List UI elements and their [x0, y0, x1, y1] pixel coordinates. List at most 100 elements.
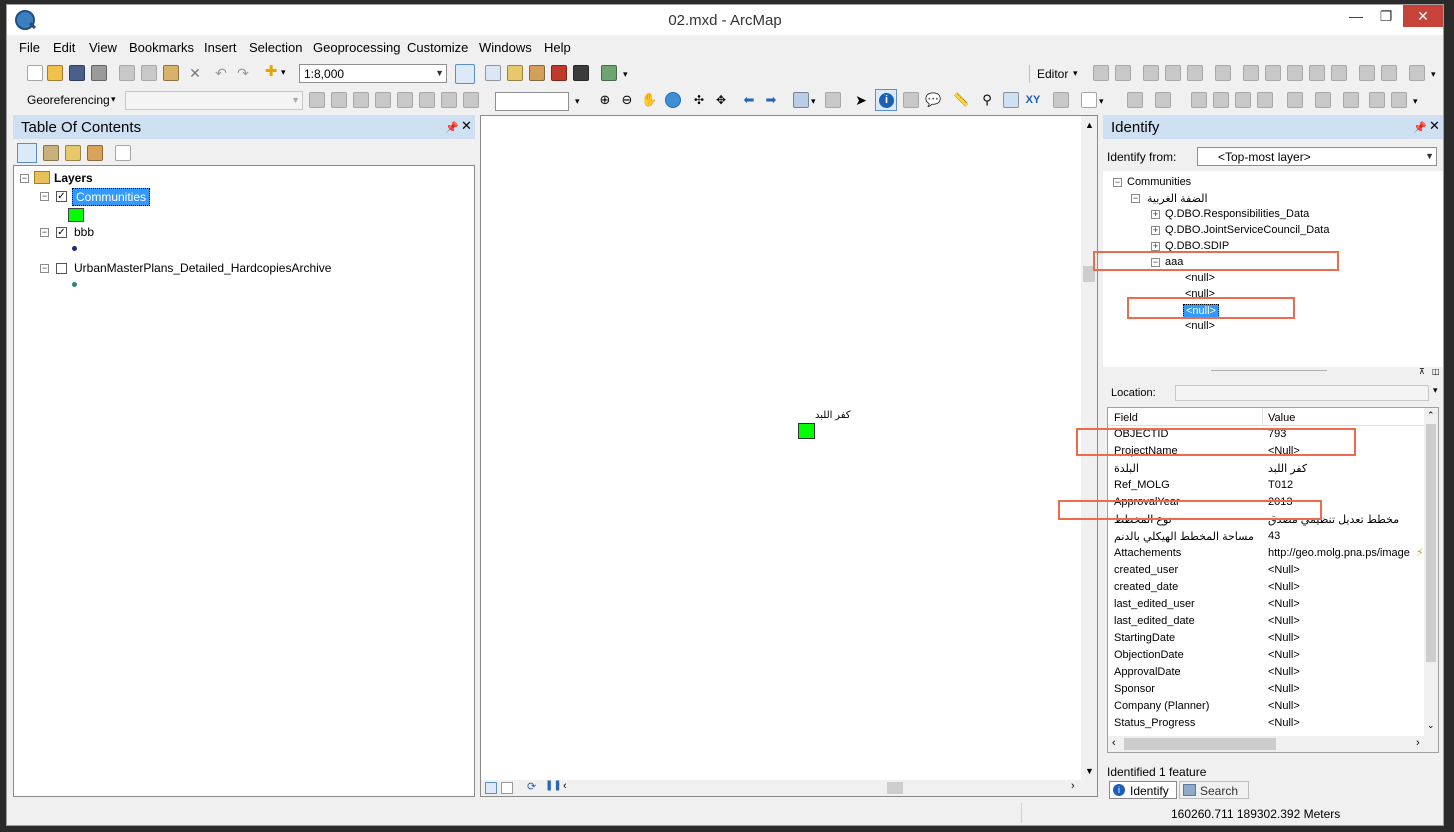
fix-topology-error-icon[interactable] — [1315, 92, 1331, 108]
tools-toolbar-options-icon[interactable]: ▾ — [1099, 96, 1104, 107]
georeferencing-menu[interactable]: Georeferencing — [27, 93, 110, 107]
sketch-properties-icon[interactable] — [1381, 65, 1397, 81]
menu-geoprocessing[interactable]: Geoprocessing — [313, 40, 400, 55]
table-row[interactable]: last_edited_date <Null> — [1108, 613, 1424, 630]
tree-expander-icon[interactable]: + — [1151, 210, 1160, 219]
find-route-icon[interactable] — [1003, 92, 1019, 108]
splitter-grip[interactable] — [1211, 370, 1327, 371]
menu-selection[interactable]: Selection — [249, 40, 302, 55]
menu-windows[interactable]: Windows — [479, 40, 532, 55]
generalize-icon[interactable] — [1213, 92, 1229, 108]
hyperlink-icon[interactable] — [903, 92, 919, 108]
edit-tool-icon[interactable] — [1093, 65, 1109, 81]
georef-toolbar-options-icon[interactable]: ▾ — [575, 96, 580, 107]
layer-urbanmasterplans-label[interactable]: UrbanMasterPlans_Detailed_HardcopiesArch… — [74, 261, 331, 275]
select-features-icon[interactable] — [793, 92, 809, 108]
pause-drawing-icon[interactable]: ❚❚ — [545, 780, 562, 791]
undo-icon[interactable]: ↶ — [213, 65, 229, 81]
location-dropdown-icon[interactable]: ▾ — [1433, 385, 1438, 396]
reshape-feature-icon[interactable] — [1265, 65, 1281, 81]
layout-view-button[interactable] — [501, 782, 513, 794]
split-tool-icon[interactable] — [1309, 65, 1325, 81]
toc-options-icon[interactable] — [115, 145, 131, 161]
urbanmasterplans-expander-icon[interactable]: − — [40, 264, 49, 273]
straight-segment-icon[interactable] — [1143, 65, 1159, 81]
measure-icon[interactable]: 📏 — [953, 92, 969, 108]
editor-dropdown-icon[interactable]: ▾ — [1073, 68, 1078, 79]
data-view-button[interactable] — [485, 782, 497, 794]
attribute-horizontal-scroll-thumb[interactable] — [1124, 738, 1276, 750]
table-of-contents-window-icon[interactable] — [485, 65, 501, 81]
end-point-arc-icon[interactable] — [1165, 65, 1181, 81]
scroll-right-icon[interactable]: › — [1416, 737, 1420, 749]
zoom-out-icon[interactable]: ⊖ — [619, 92, 635, 108]
print-icon[interactable] — [91, 65, 107, 81]
go-forward-icon[interactable]: ➡ — [763, 92, 779, 108]
tree-expander-icon[interactable]: + — [1151, 226, 1160, 235]
panel-splitter[interactable]: ⊼ ◫ — [1103, 367, 1443, 377]
align-edge-icon[interactable] — [1191, 92, 1207, 108]
add-data-icon[interactable]: ✚ — [263, 64, 279, 80]
refresh-view-icon[interactable]: ⟳ — [527, 780, 536, 793]
tree-node-jointservicecouncil[interactable]: Q.DBO.JointServiceCouncil_Data — [1165, 224, 1329, 236]
auto-registration-icon[interactable] — [397, 92, 413, 108]
topology-options-icon[interactable] — [1391, 92, 1407, 108]
scroll-left-icon[interactable]: ‹ — [563, 780, 567, 792]
layers-expander-icon[interactable]: − — [20, 174, 29, 183]
table-row[interactable]: البلدة كفر اللبد — [1108, 460, 1424, 477]
save-icon[interactable] — [69, 65, 85, 81]
add-data-dropdown-icon[interactable]: ▾ — [281, 67, 286, 78]
editor-menu[interactable]: Editor — [1037, 67, 1068, 81]
chevron-down-icon[interactable]: ▼ — [1425, 148, 1434, 165]
list-by-visibility-icon[interactable] — [65, 145, 81, 161]
tree-null-item[interactable]: <null> — [1185, 272, 1215, 284]
menu-help[interactable]: Help — [544, 40, 571, 55]
arctoolbox-icon[interactable] — [551, 65, 567, 81]
map-feature-polygon[interactable] — [798, 423, 815, 439]
close-icon[interactable]: ✕ — [1403, 5, 1443, 27]
toolbar-options-icon[interactable]: ▾ — [623, 69, 628, 80]
topology-icon[interactable] — [1127, 92, 1143, 108]
shift-georef-icon[interactable] — [331, 92, 347, 108]
bbb-point-symbol[interactable] — [72, 246, 77, 251]
bbb-checkbox[interactable]: ✓ — [56, 227, 67, 238]
catalog-window-icon[interactable] — [507, 65, 523, 81]
table-row[interactable]: Company (Planner) <Null> — [1108, 698, 1424, 715]
georeferencing-dropdown-icon[interactable]: ▾ — [111, 94, 116, 105]
table-row[interactable]: created_date <Null> — [1108, 579, 1424, 596]
toggle-georef-icon[interactable] — [441, 92, 457, 108]
table-row[interactable]: created_user <Null> — [1108, 562, 1424, 579]
redo-icon[interactable]: ↷ — [235, 65, 251, 81]
point-icon[interactable] — [1215, 65, 1231, 81]
bbb-expander-icon[interactable]: − — [40, 228, 49, 237]
tree-root-communities[interactable]: Communities — [1127, 176, 1191, 188]
scale-georef-icon[interactable] — [353, 92, 369, 108]
scroll-up-icon[interactable]: ⌃ — [1427, 410, 1435, 421]
table-row[interactable]: مساحة المخطط الهيكلي بالدنم 43 — [1108, 528, 1424, 545]
validate-topology-icon[interactable] — [1287, 92, 1303, 108]
editor-toolbar-toggle-icon[interactable] — [455, 64, 475, 84]
rotate-tool-icon[interactable] — [1331, 65, 1347, 81]
minimize-icon[interactable]: — — [1341, 5, 1371, 27]
communities-checkbox[interactable]: ✓ — [56, 191, 67, 202]
select-dropdown-icon[interactable]: ▾ — [811, 96, 816, 107]
chevron-down-icon[interactable]: ▼ — [291, 92, 300, 109]
open-folder-icon[interactable] — [47, 65, 63, 81]
list-by-drawing-order-button[interactable] — [17, 143, 37, 163]
map-view[interactable]: كفر اللبد ▲ ▼ ⟳ ❚❚ ‹ › — [480, 115, 1098, 797]
communities-expander-icon[interactable]: − — [40, 192, 49, 201]
zoom-in-icon[interactable]: ⊕ — [597, 92, 613, 108]
table-row[interactable]: Status_Progress <Null> — [1108, 715, 1424, 732]
reset-georef-icon[interactable] — [463, 92, 479, 108]
editor-toolbar-options-icon[interactable]: ▾ — [1431, 69, 1436, 80]
toc-close-icon[interactable]: ✕ — [461, 118, 472, 134]
delete-icon[interactable]: ✕ — [187, 65, 203, 81]
map-horizontal-scroll-thumb[interactable] — [887, 782, 903, 794]
pan-hand-icon[interactable]: ✋ — [641, 92, 657, 108]
search-window-icon[interactable] — [529, 65, 545, 81]
full-extent-globe-icon[interactable] — [665, 92, 681, 108]
tree-null-item[interactable]: <null> — [1185, 320, 1215, 332]
table-row[interactable]: Ref_MOLG T012 — [1108, 477, 1424, 494]
find-binoculars-icon[interactable]: ⚲ — [979, 92, 995, 108]
identify-tool-button[interactable]: i — [875, 89, 897, 111]
